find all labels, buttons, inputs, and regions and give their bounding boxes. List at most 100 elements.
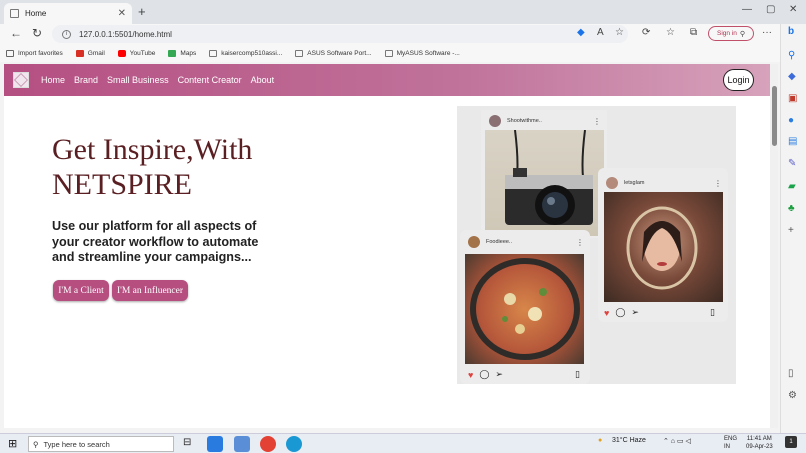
site-info-icon[interactable]: i bbox=[62, 29, 71, 39]
nav-home[interactable]: Home bbox=[41, 75, 65, 85]
taskbar-search[interactable]: ⚲ Type here to search bbox=[28, 436, 174, 452]
tab-home[interactable]: Home ✕ bbox=[4, 3, 132, 24]
vscode-icon[interactable] bbox=[207, 436, 223, 452]
share-icon[interactable]: ➢ bbox=[631, 307, 639, 318]
post-actions: ♥ ◯ ➢ bbox=[468, 369, 503, 380]
address-bar[interactable]: i 127.0.0.1:5501/home.html bbox=[52, 25, 628, 43]
bing-chat-icon[interactable]: b bbox=[788, 26, 794, 37]
heart-icon[interactable]: ♥ bbox=[468, 370, 473, 380]
save-post-icon[interactable]: ▯ bbox=[710, 307, 715, 318]
comment-icon[interactable]: ◯ bbox=[479, 369, 489, 380]
collections-icon[interactable]: ⧉ bbox=[690, 27, 697, 38]
window-close-icon[interactable]: ✕ bbox=[789, 4, 797, 15]
bookmark-kaisercomp[interactable]: kaisercomp510assi... bbox=[209, 49, 282, 57]
add-favorite-icon[interactable]: ☆ bbox=[615, 27, 624, 38]
comment-icon[interactable]: ◯ bbox=[615, 307, 625, 318]
page-scrollbar[interactable] bbox=[770, 64, 778, 428]
post-username[interactable]: Shootwithme.. bbox=[507, 118, 542, 124]
maps-icon bbox=[168, 49, 177, 57]
chrome-icon[interactable] bbox=[260, 436, 276, 452]
avatar[interactable] bbox=[468, 236, 480, 248]
add-sidebar-icon[interactable]: + bbox=[788, 225, 794, 236]
more-menu-icon[interactable]: ··· bbox=[762, 27, 772, 38]
site-logo-icon[interactable] bbox=[13, 72, 29, 88]
address-row: ← ↻ i 127.0.0.1:5501/home.html ◆ A ☆ ⟳ ☆… bbox=[0, 24, 806, 44]
tab-close-icon[interactable]: ✕ bbox=[118, 8, 126, 19]
post-menu-icon[interactable]: ⋮ bbox=[714, 179, 722, 188]
games-icon[interactable]: ♣ bbox=[788, 203, 795, 214]
refresh-icon[interactable]: ↻ bbox=[32, 26, 42, 40]
food-photo bbox=[465, 254, 584, 364]
portrait-image bbox=[626, 206, 698, 290]
shopping-tag-icon[interactable]: ◆ bbox=[577, 27, 585, 38]
bookmark-asus-portal[interactable]: ASUS Software Port... bbox=[295, 49, 372, 57]
page-icon bbox=[295, 49, 304, 57]
designer-icon[interactable]: ✎ bbox=[788, 158, 796, 169]
post-menu-icon[interactable]: ⋮ bbox=[593, 117, 601, 126]
login-button[interactable]: Login bbox=[723, 69, 754, 91]
sidebar-layout-icon[interactable]: ▯ bbox=[788, 368, 794, 379]
heart-icon[interactable]: ♥ bbox=[604, 308, 609, 318]
bookmark-myasus[interactable]: MyASUS Software -... bbox=[384, 49, 460, 57]
drop-icon[interactable]: ▰ bbox=[788, 181, 796, 192]
post-gallery: Shootwithme.. ⋮ letsglam ⋮ ♥ ◯ ➢ ▯ Foodi… bbox=[457, 106, 736, 384]
language-indicator[interactable]: ENG IN bbox=[724, 435, 737, 451]
clock[interactable]: 11:41 AM 09-Apr-23 bbox=[746, 435, 773, 451]
task-view-icon[interactable]: ⊟ bbox=[183, 437, 191, 448]
scrollbar-thumb[interactable] bbox=[772, 86, 777, 146]
post-header: Shootwithme.. ⋮ bbox=[481, 110, 607, 132]
tray-chevron-icon[interactable]: ⌃ ⌂ ▭ ◁ bbox=[663, 437, 691, 445]
edge-icon[interactable] bbox=[286, 436, 302, 452]
clock-time: 11:41 AM bbox=[746, 436, 772, 442]
maximize-icon[interactable]: ▢ bbox=[766, 4, 775, 15]
outlook-icon[interactable]: ▤ bbox=[788, 136, 797, 147]
weather-text[interactable]: 31°C Haze bbox=[612, 437, 646, 444]
lang-line2: IN bbox=[724, 444, 730, 450]
bookmark-label: Gmail bbox=[87, 49, 105, 57]
bookmark-maps[interactable]: Maps bbox=[168, 49, 197, 57]
bookmark-label: ASUS Software Port... bbox=[307, 49, 372, 57]
explorer-icon[interactable] bbox=[234, 436, 250, 452]
bookmarks-bar: Import favorites Gmail YouTube Maps kais… bbox=[0, 44, 780, 62]
back-icon[interactable]: ← bbox=[10, 26, 22, 40]
sign-in-button[interactable]: Sign in ⚲ bbox=[708, 26, 754, 41]
post-menu-icon[interactable]: ⋮ bbox=[576, 238, 584, 247]
hero-title-line2: NETSPIRE bbox=[52, 168, 193, 201]
nav-small-business[interactable]: Small Business bbox=[107, 75, 169, 85]
post-header: Foodieee.. ⋮ bbox=[460, 231, 590, 253]
shopping-icon[interactable]: ◆ bbox=[788, 71, 796, 82]
people-icon[interactable]: ● bbox=[788, 115, 794, 126]
refresh-extension-icon[interactable]: ⟳ bbox=[642, 27, 650, 38]
bookmark-gmail[interactable]: Gmail bbox=[75, 49, 105, 57]
share-icon[interactable]: ➢ bbox=[495, 369, 503, 380]
folder-icon bbox=[6, 49, 14, 57]
windows-start-icon[interactable]: ⊞ bbox=[8, 437, 17, 450]
influencer-button[interactable]: I'M an Influencer bbox=[112, 280, 188, 301]
tools-icon[interactable]: ▣ bbox=[788, 93, 797, 104]
bookmark-import-favorites[interactable]: Import favorites bbox=[6, 49, 63, 57]
client-button[interactable]: I'M a Client bbox=[53, 280, 109, 301]
bookmark-youtube[interactable]: YouTube bbox=[117, 49, 155, 57]
notification-badge[interactable]: 1 bbox=[785, 436, 797, 448]
tab-strip: Home ✕ + — ▢ ✕ bbox=[0, 0, 806, 24]
favorites-icon[interactable]: ☆ bbox=[666, 27, 675, 38]
nav-content-creator[interactable]: Content Creator bbox=[178, 75, 242, 85]
post-username[interactable]: letsglam bbox=[624, 180, 644, 186]
bookmark-label: Import favorites bbox=[18, 49, 63, 57]
new-tab-icon[interactable]: + bbox=[138, 4, 146, 19]
post-header: letsglam ⋮ bbox=[598, 172, 728, 194]
bookmark-label: Maps bbox=[180, 49, 197, 57]
minimize-icon[interactable]: — bbox=[742, 4, 752, 15]
nav-about[interactable]: About bbox=[251, 75, 275, 85]
sidebar-search-icon[interactable]: ⚲ bbox=[788, 50, 795, 61]
gmail-icon bbox=[75, 49, 84, 57]
read-aloud-icon[interactable]: A bbox=[597, 27, 604, 38]
save-post-icon[interactable]: ▯ bbox=[575, 369, 580, 380]
avatar[interactable] bbox=[489, 115, 501, 127]
post-card-food: Foodieee.. ⋮ ♥ ◯ ➢ ▯ bbox=[460, 230, 590, 384]
settings-gear-icon[interactable]: ⚙ bbox=[788, 390, 797, 401]
post-username[interactable]: Foodieee.. bbox=[486, 239, 512, 245]
nav-brand[interactable]: Brand bbox=[74, 75, 98, 85]
avatar[interactable] bbox=[606, 177, 618, 189]
browser-window: Home ✕ + — ▢ ✕ ← ↻ i 127.0.0.1:5501/home… bbox=[0, 0, 806, 453]
